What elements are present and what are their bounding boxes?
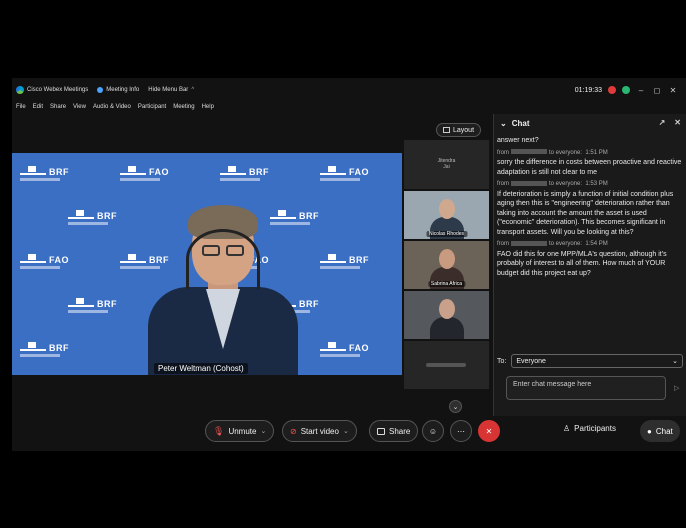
end-call-icon: ✕	[485, 426, 493, 436]
chat-recipient-row: To: Everyone ⌄	[497, 354, 683, 368]
recipient-select[interactable]: Everyone ⌄	[511, 354, 683, 368]
backdrop-logo: BRF	[20, 166, 69, 181]
menu-participant[interactable]: Participant	[138, 104, 166, 114]
chat-panel: ⌄ Chat ↗ ✕ answer next? from to everyone:…	[493, 114, 686, 416]
chat-message-text: answer next?	[497, 137, 539, 144]
menu-help[interactable]: Help	[202, 104, 214, 114]
chevron-down-icon[interactable]: ⌄	[260, 427, 266, 435]
menu-share[interactable]: Share	[50, 104, 66, 114]
chat-message-text: sorry the difference in costs between pr…	[497, 159, 682, 176]
connection-status-icon[interactable]	[622, 86, 630, 94]
backdrop-logo: BRF	[320, 254, 369, 269]
reactions-icon: ☺	[428, 426, 438, 436]
meeting-timer: 01:19:33	[574, 86, 602, 94]
microphone-off-icon: 🎙	[213, 425, 225, 436]
menu-audio-video[interactable]: Audio & Video	[93, 104, 131, 114]
participants-button[interactable]: ♙ Participants	[563, 424, 616, 433]
start-video-button[interactable]: ⊘ Start video ⌄	[282, 420, 357, 442]
close-window-button[interactable]: ✕	[668, 86, 678, 95]
menu-view[interactable]: View	[73, 104, 86, 114]
hide-menu-bar-button[interactable]: Hide Menu Bar ^	[148, 87, 194, 93]
redacted-name	[511, 180, 547, 186]
layout-icon	[443, 127, 450, 133]
chevron-down-icon[interactable]: ⌄	[343, 427, 349, 435]
participant-tile[interactable]: Sabrina Africa	[404, 241, 489, 289]
main-video[interactable]: BRF FAO BRF FAO BRF BRF FAO BRF FAO BRF …	[12, 153, 402, 375]
maximize-button[interactable]: ◻	[652, 86, 662, 95]
menu-bar: File Edit Share View Audio & Video Parti…	[16, 104, 214, 114]
send-icon[interactable]: ▷	[674, 384, 679, 392]
share-screen-icon	[377, 427, 385, 435]
chevron-down-icon: ⌄	[672, 358, 678, 365]
chat-title: Chat	[511, 118, 530, 128]
scroll-down-button[interactable]: ⌄	[449, 400, 462, 413]
redacted-name	[511, 240, 547, 246]
to-label: To:	[497, 357, 507, 365]
webex-logo-icon	[16, 86, 24, 94]
backdrop-logo: BRF	[20, 342, 69, 357]
chat-message-meta: from to everyone: 1:53 PM	[497, 180, 608, 187]
reactions-button[interactable]: ☺	[422, 420, 444, 442]
participant-tile[interactable]	[404, 341, 489, 389]
title-bar: Cisco Webex Meetings Meeting Info Hide M…	[12, 78, 686, 102]
layout-button[interactable]: Layout	[436, 123, 482, 137]
menu-meeting[interactable]: Meeting	[173, 104, 194, 114]
recording-icon[interactable]	[608, 86, 616, 94]
collapse-chevron-icon[interactable]: ⌄	[500, 119, 507, 128]
backdrop-logo: BRF	[220, 166, 269, 181]
chat-message-input[interactable]: Enter chat message here	[506, 376, 666, 400]
leave-meeting-button[interactable]: ✕	[478, 420, 500, 442]
redacted-name	[511, 149, 547, 155]
participant-name-label: Sabrina Africa	[427, 281, 466, 287]
backdrop-logo: BRF	[68, 298, 117, 313]
participant-tile[interactable]: Jitendra Jai	[404, 140, 489, 189]
backdrop-logo: FAO	[120, 166, 169, 181]
participant-thumbnails: Jitendra Jai Nicolas Rhodes Sabrina Afri…	[404, 140, 489, 390]
speaker-video-figure	[148, 205, 298, 375]
chat-header: ⌄ Chat ↗ ✕	[494, 114, 686, 132]
backdrop-logo: BRF	[68, 210, 117, 225]
participant-tile[interactable]: Nicolas Rhodes	[404, 191, 489, 239]
camera-off-icon: ⊘	[290, 426, 297, 436]
chevron-up-icon: ^	[191, 87, 195, 93]
participant-name-label: Nicolas Rhodes	[425, 231, 468, 237]
chat-icon: ●	[647, 426, 652, 436]
share-button[interactable]: Share	[369, 420, 419, 442]
minimize-button[interactable]: –	[636, 86, 646, 95]
popout-icon[interactable]: ↗	[659, 118, 666, 127]
unmute-button[interactable]: 🎙 Unmute ⌄	[205, 420, 275, 442]
info-icon	[97, 87, 104, 93]
more-icon: ⋯	[457, 426, 465, 436]
backdrop-logo: FAO	[320, 342, 369, 357]
chat-message-list[interactable]: answer next? from to everyone: 1:51 PM so…	[497, 136, 683, 350]
backdrop-logo: FAO	[20, 254, 69, 269]
chat-message-text: FAO did this for one MPP/MLA's question,…	[497, 250, 667, 277]
chat-message-text: If deterioration is simply a function of…	[497, 190, 674, 236]
app-title: Cisco Webex Meetings	[16, 86, 88, 94]
participant-tile[interactable]	[404, 291, 489, 339]
more-options-button[interactable]: ⋯	[450, 420, 472, 442]
menu-edit[interactable]: Edit	[33, 104, 43, 114]
webex-window: Cisco Webex Meetings Meeting Info Hide M…	[12, 78, 686, 451]
chat-message-meta: from to everyone: 1:54 PM	[497, 240, 608, 247]
meeting-info-button[interactable]: Meeting Info	[97, 87, 139, 93]
menu-file[interactable]: File	[16, 104, 26, 114]
participants-icon: ♙	[563, 424, 571, 433]
backdrop-logo: FAO	[320, 166, 369, 181]
speaker-name-label: Peter Weltman (Cohost)	[154, 363, 248, 374]
close-chat-icon[interactable]: ✕	[674, 118, 681, 127]
participant-name-label: Jitendra Jai	[437, 158, 456, 170]
meeting-controls: 🎙 Unmute ⌄ ⊘ Start video ⌄ Share ☺ ⋯ ✕ ♙…	[12, 420, 686, 446]
chat-button[interactable]: ● Chat	[640, 420, 680, 442]
chat-message-meta: from to everyone: 1:51 PM	[497, 149, 608, 156]
